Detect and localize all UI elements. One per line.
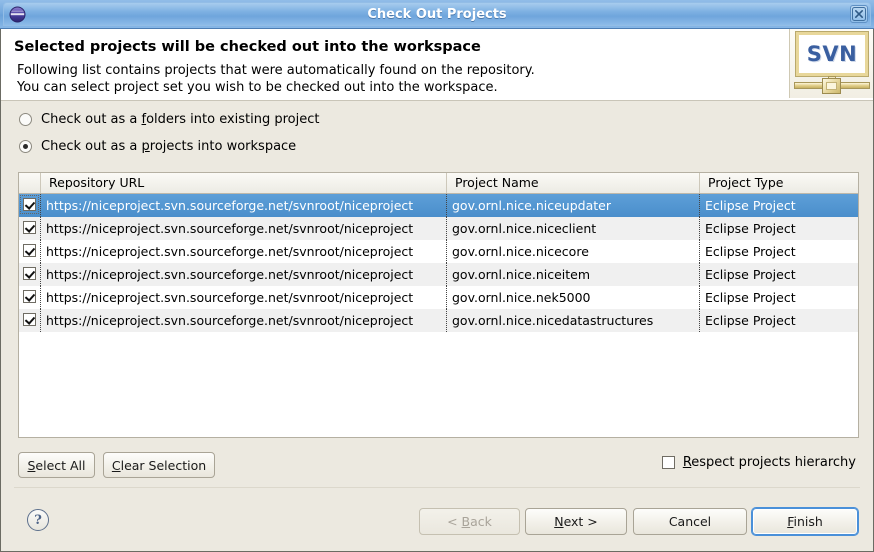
row-checkbox-cell[interactable]	[19, 217, 40, 240]
window-title: Check Out Projects	[367, 7, 507, 22]
cell-project-type: Eclipse Project	[699, 217, 858, 240]
cell-project-type: Eclipse Project	[699, 309, 858, 332]
cancel-label: Cancel	[668, 514, 712, 529]
page-title: Selected projects will be checked out in…	[14, 39, 481, 55]
radio-projects-label: Check out as a projects into workspace	[41, 139, 297, 154]
back-label: < Back	[447, 514, 492, 529]
back-mnemonic: B	[461, 514, 471, 529]
clear-selection-button[interactable]: Clear Selection	[103, 452, 215, 478]
row-checkbox-cell[interactable]	[19, 263, 40, 286]
svn-logo: SVN	[789, 29, 874, 98]
description-line-1: Following list contains projects that we…	[17, 63, 535, 78]
table-row[interactable]: https://niceproject.svn.sourceforge.net/…	[19, 217, 858, 240]
table-row[interactable]: https://niceproject.svn.sourceforge.net/…	[19, 309, 858, 332]
help-icon[interactable]: ?	[27, 509, 49, 531]
row-checkbox[interactable]	[23, 313, 36, 326]
row-checkbox[interactable]	[20, 195, 39, 214]
select-all-label: Select All	[27, 457, 86, 473]
radio-folders-indicator[interactable]	[19, 113, 32, 126]
cell-project-name: gov.ornl.nice.nicedatastructures	[446, 309, 699, 332]
description-line-2: You can select project set you wish to b…	[17, 80, 498, 95]
cell-repository-url: https://niceproject.svn.sourceforge.net/…	[40, 194, 446, 217]
cell-project-type: Eclipse Project	[699, 194, 858, 217]
projects-table[interactable]: Repository URL Project Name Project Type…	[18, 172, 859, 438]
table-row[interactable]: https://niceproject.svn.sourceforge.net/…	[19, 263, 858, 286]
column-header-checkbox[interactable]	[19, 173, 40, 193]
table-header-row: Repository URL Project Name Project Type	[19, 173, 858, 194]
table-row[interactable]: https://niceproject.svn.sourceforge.net/…	[19, 240, 858, 263]
cell-project-type: Eclipse Project	[699, 286, 858, 309]
row-checkbox[interactable]	[23, 267, 36, 280]
title-bar[interactable]: Check Out Projects	[0, 0, 874, 29]
close-icon[interactable]	[850, 5, 868, 23]
column-header-project-type[interactable]: Project Type	[699, 173, 858, 193]
respect-hierarchy-label: Respect projects hierarchy	[682, 455, 856, 470]
cancel-button[interactable]: Cancel	[633, 508, 747, 535]
back-button[interactable]: < Back	[419, 508, 520, 535]
dialog-header: Selected projects will be checked out in…	[1, 29, 873, 101]
radio-projects-indicator[interactable]	[19, 140, 32, 153]
respect-hierarchy-indicator[interactable]	[661, 456, 675, 469]
finish-button[interactable]: Finish	[752, 508, 858, 535]
column-header-project-name[interactable]: Project Name	[446, 173, 699, 193]
finish-label: Finish	[787, 514, 823, 529]
table-row[interactable]: https://niceproject.svn.sourceforge.net/…	[19, 194, 858, 217]
row-checkbox-cell[interactable]	[19, 194, 40, 217]
window-border-left	[0, 29, 1, 552]
cell-project-name: gov.ornl.nice.nek5000	[446, 286, 699, 309]
cell-repository-url: https://niceproject.svn.sourceforge.net/…	[40, 286, 446, 309]
svn-logo-knob	[822, 78, 841, 94]
cell-project-name: gov.ornl.nice.nicecore	[446, 240, 699, 263]
svn-logo-frame: SVN	[796, 32, 868, 76]
radio-folders-label: Check out as a folders into existing pro…	[41, 112, 320, 127]
select-all-button[interactable]: Select All	[18, 452, 95, 478]
cell-project-name: gov.ornl.nice.niceitem	[446, 263, 699, 286]
row-checkbox[interactable]	[23, 221, 36, 234]
cell-project-type: Eclipse Project	[699, 263, 858, 286]
next-label: Next >	[554, 514, 598, 529]
radio-checkout-as-projects[interactable]: Check out as a projects into workspace	[19, 139, 296, 154]
check-out-projects-dialog: Check Out Projects Selected projects wil…	[0, 0, 874, 552]
svn-logo-text: SVN	[806, 42, 858, 66]
radio-checkout-as-folders[interactable]: Check out as a folders into existing pro…	[19, 112, 320, 127]
next-mnemonic: N	[554, 514, 564, 529]
cell-project-name: gov.ornl.nice.niceclient	[446, 217, 699, 240]
row-checkbox-cell[interactable]	[19, 309, 40, 332]
cell-repository-url: https://niceproject.svn.sourceforge.net/…	[40, 263, 446, 286]
respect-projects-hierarchy-checkbox[interactable]: Respect projects hierarchy	[661, 455, 856, 470]
dialog-body: Check out as a folders into existing pro…	[1, 101, 873, 487]
svn-logo-knob-inner	[826, 82, 837, 90]
row-checkbox[interactable]	[23, 244, 36, 257]
column-header-repository-url[interactable]: Repository URL	[40, 173, 446, 193]
cell-repository-url: https://niceproject.svn.sourceforge.net/…	[40, 309, 446, 332]
cell-project-type: Eclipse Project	[699, 240, 858, 263]
clear-selection-mnemonic: C	[111, 457, 121, 473]
next-button[interactable]: Next >	[525, 508, 627, 535]
dialog-footer: ? < Back Next > Cancel Finish	[1, 488, 873, 551]
cell-project-name: gov.ornl.nice.niceupdater	[446, 194, 699, 217]
help-icon-glyph: ?	[34, 512, 42, 528]
clear-selection-label: Clear Selection	[111, 457, 207, 473]
row-checkbox[interactable]	[23, 290, 36, 303]
radio-projects-mnemonic: p	[141, 139, 150, 154]
row-checkbox-cell[interactable]	[19, 286, 40, 309]
cell-repository-url: https://niceproject.svn.sourceforge.net/…	[40, 217, 446, 240]
row-checkbox-cell[interactable]	[19, 240, 40, 263]
respect-hierarchy-mnemonic: R	[682, 455, 692, 470]
table-row[interactable]: https://niceproject.svn.sourceforge.net/…	[19, 286, 858, 309]
cell-repository-url: https://niceproject.svn.sourceforge.net/…	[40, 240, 446, 263]
table-rows: https://niceproject.svn.sourceforge.net/…	[19, 194, 858, 332]
